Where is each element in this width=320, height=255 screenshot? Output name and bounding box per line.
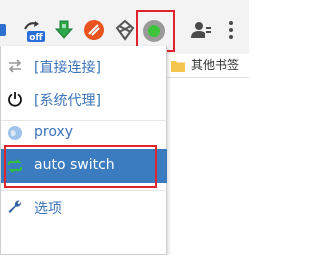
wrench-icon xyxy=(7,199,23,215)
knot-icon[interactable] xyxy=(113,18,137,42)
proxy-popup-menu: [直接连接] [系统代理] proxy auto switch 选项 xyxy=(0,46,167,255)
globe-icon xyxy=(7,125,23,141)
menu-item-label: 选项 xyxy=(34,201,62,217)
menu-item-proxy[interactable]: proxy xyxy=(1,116,167,150)
folder-icon xyxy=(171,57,185,72)
extension-partial-icon[interactable] xyxy=(0,20,10,40)
off-badge-icon[interactable]: off xyxy=(21,19,47,45)
other-bookmarks-link[interactable]: 其他书签 xyxy=(191,56,239,73)
proxy-switch-icon[interactable] xyxy=(140,17,168,45)
menu-item-label: [直接连接] xyxy=(34,60,101,76)
menu-item-direct[interactable]: [直接连接] xyxy=(1,49,167,83)
menu-item-auto-switch[interactable]: auto switch xyxy=(1,149,167,183)
menu-item-system-proxy[interactable]: [系统代理] xyxy=(1,82,167,116)
auto-switch-icon xyxy=(7,158,23,174)
green-download-arrow-icon[interactable] xyxy=(52,18,76,42)
bookmarks-bar: 其他书签 xyxy=(165,54,249,78)
account-manage-icon[interactable] xyxy=(189,18,213,42)
orange-extension-icon[interactable] xyxy=(82,18,106,42)
menu-item-label: proxy xyxy=(34,124,74,140)
power-icon xyxy=(7,91,23,107)
menu-item-label: [系统代理] xyxy=(34,93,101,109)
kebab-menu-icon[interactable] xyxy=(221,18,241,42)
direct-arrows-icon xyxy=(7,58,23,74)
menu-item-label: auto switch xyxy=(34,157,115,173)
menu-item-options[interactable]: 选项 xyxy=(1,190,167,224)
off-badge-label: off xyxy=(29,33,43,43)
